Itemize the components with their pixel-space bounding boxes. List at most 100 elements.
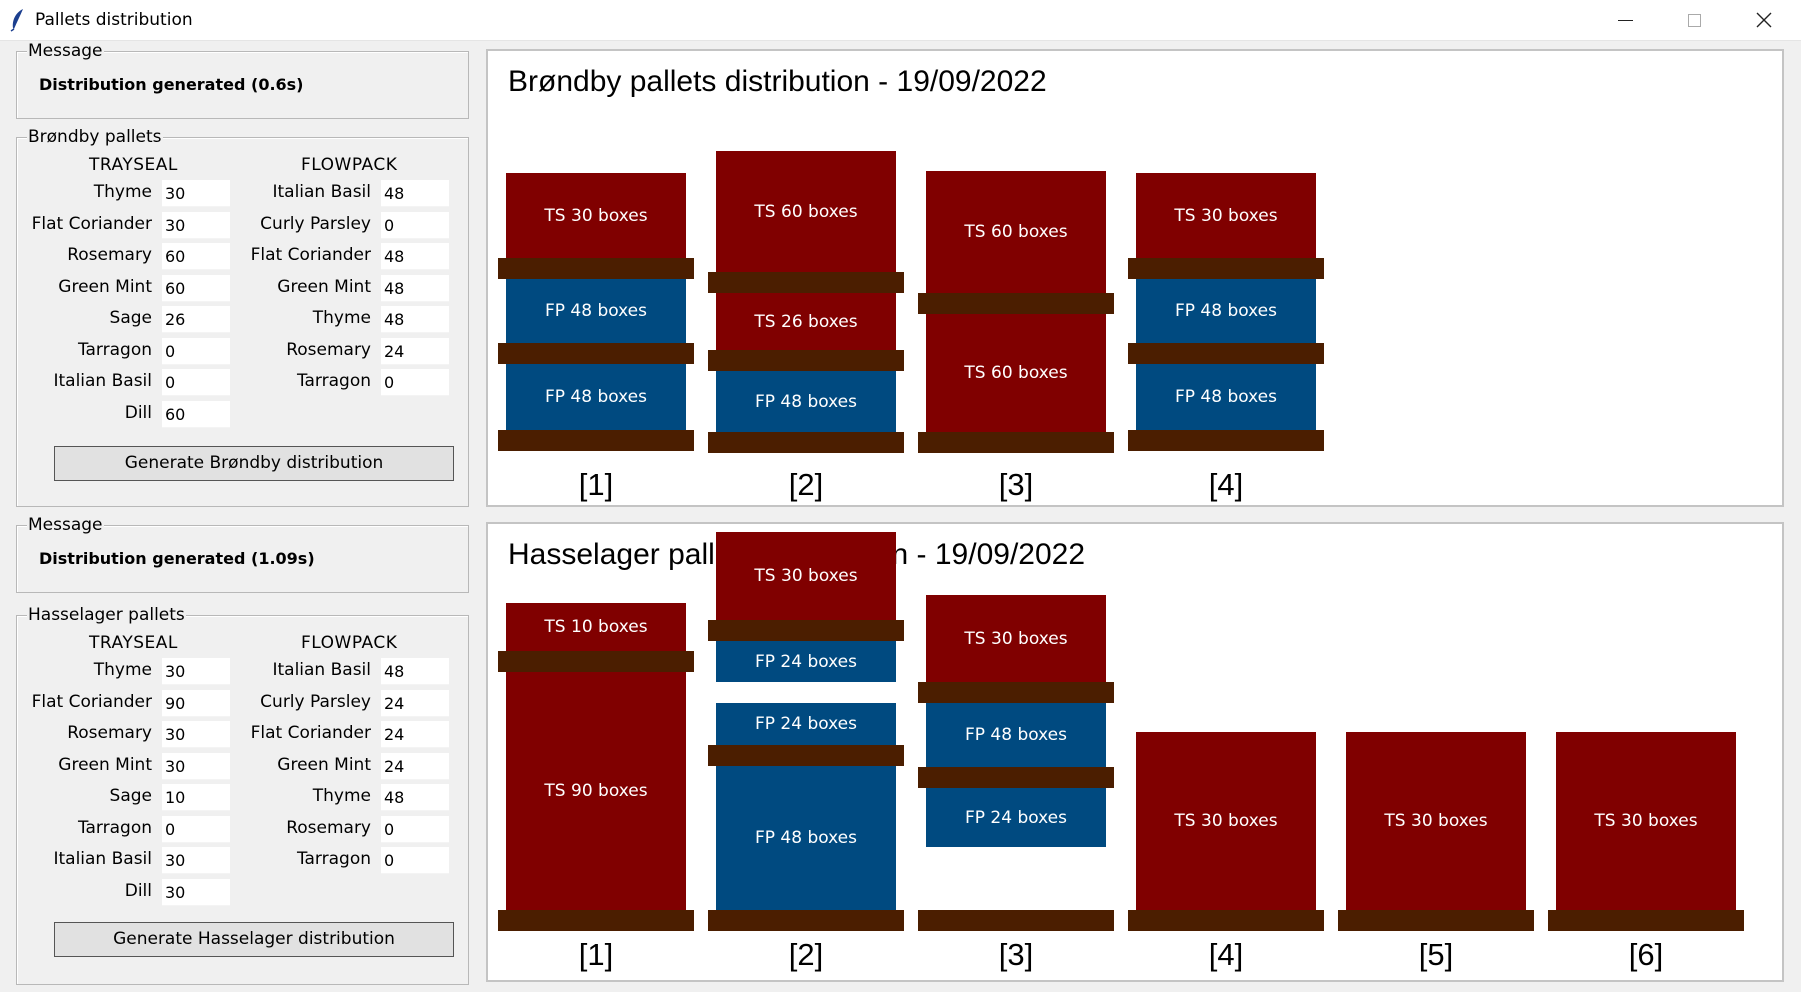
- field-label: Curly Parsley: [260, 691, 371, 712]
- maximize-button[interactable]: [1661, 0, 1727, 40]
- quantity-input[interactable]: 30: [162, 847, 230, 874]
- trayseal-box: TS 30 boxes: [506, 173, 686, 258]
- quantity-input[interactable]: 0: [381, 369, 449, 396]
- flowpack-box: FP 48 boxes: [506, 364, 686, 430]
- quantity-input[interactable]: 90: [162, 689, 230, 717]
- quantity-input[interactable]: 0: [162, 337, 230, 365]
- quantity-input[interactable]: 48: [381, 306, 449, 333]
- window-title: Pallets distribution: [35, 10, 193, 30]
- pallet-board: [708, 910, 904, 931]
- quantity-input[interactable]: 24: [381, 337, 449, 365]
- pallet-board: [498, 430, 694, 451]
- field-label: Green Mint: [277, 276, 371, 297]
- group-title: Brøndby pallets: [27, 127, 163, 147]
- quantity-input[interactable]: 60: [162, 274, 230, 302]
- pallet-label: [5]: [1418, 937, 1454, 972]
- pallet-board: [918, 432, 1114, 453]
- pallet-board: [1548, 910, 1744, 931]
- group-title: Message: [27, 41, 104, 61]
- brondby-message-group: Message Distribution generated (0.6s): [16, 41, 469, 119]
- quantity-input[interactable]: 24: [381, 752, 449, 780]
- trayseal-header: TRAYSEAL: [89, 633, 178, 653]
- pallet-label: [4]: [1208, 467, 1244, 502]
- flowpack-box: FP 48 boxes: [1136, 364, 1316, 430]
- maximize-icon: [1687, 13, 1701, 27]
- quantity-input[interactable]: 48: [381, 274, 449, 302]
- status-message: Distribution generated (0.6s): [39, 75, 304, 94]
- minimize-button[interactable]: [1592, 0, 1658, 40]
- field-label: Dill: [124, 402, 152, 423]
- quantity-input[interactable]: 0: [162, 815, 230, 843]
- hasselager-message-group: Message Distribution generated (1.09s): [16, 515, 469, 593]
- quantity-input[interactable]: 30: [162, 721, 230, 748]
- quantity-input[interactable]: 0: [162, 369, 230, 396]
- pallet-board: [708, 620, 904, 641]
- flowpack-header: FLOWPACK: [301, 633, 398, 653]
- generate-brondby-button[interactable]: Generate Brøndby distribution: [54, 446, 454, 481]
- field-label: Green Mint: [58, 276, 152, 297]
- quantity-input[interactable]: 48: [381, 784, 449, 811]
- generate-hasselager-button[interactable]: Generate Hasselager distribution: [54, 922, 454, 957]
- pallet-board: [498, 343, 694, 364]
- pallet-label: [1]: [578, 467, 614, 502]
- status-message: Distribution generated (1.09s): [39, 549, 315, 568]
- pallet-board: [918, 767, 1114, 788]
- quantity-input[interactable]: 0: [381, 815, 449, 843]
- pallet-board: [1128, 910, 1324, 931]
- pallet-board: [498, 910, 694, 931]
- pallet-label: [1]: [578, 937, 614, 972]
- trayseal-box: TS 10 boxes: [506, 603, 686, 651]
- field-label: Rosemary: [67, 245, 152, 265]
- title-bar: Pallets distribution: [0, 0, 1801, 41]
- pallet-board: [708, 350, 904, 371]
- field-label: Tarragon: [77, 339, 152, 360]
- field-label: Thyme: [93, 182, 152, 202]
- trayseal-box: TS 30 boxes: [1136, 732, 1316, 910]
- field-label: Italian Basil: [272, 660, 371, 680]
- quantity-input[interactable]: 30: [162, 211, 230, 239]
- quantity-input[interactable]: 48: [381, 243, 449, 270]
- field-label: Italian Basil: [272, 182, 371, 202]
- quantity-input[interactable]: 48: [381, 658, 449, 685]
- trayseal-box: TS 90 boxes: [506, 672, 686, 910]
- pallet-label: [3]: [998, 937, 1034, 972]
- group-title: Hasselager pallets: [27, 605, 186, 625]
- pallet-label: [2]: [788, 467, 824, 502]
- flowpack-box: FP 48 boxes: [506, 279, 686, 343]
- pallet-board: [918, 682, 1114, 703]
- field-label: Green Mint: [277, 754, 371, 775]
- quantity-input[interactable]: 0: [381, 847, 449, 874]
- field-label: Thyme: [312, 786, 371, 806]
- quantity-input[interactable]: 30: [162, 180, 230, 207]
- pallet-label: [6]: [1628, 937, 1664, 972]
- quantity-input[interactable]: 30: [162, 658, 230, 685]
- field-label: Thyme: [312, 308, 371, 328]
- trayseal-box: TS 60 boxes: [716, 151, 896, 272]
- field-label: Tarragon: [296, 371, 371, 391]
- trayseal-box: TS 60 boxes: [926, 314, 1106, 432]
- flowpack-box: FP 48 boxes: [716, 371, 896, 432]
- pallet-board: [708, 745, 904, 766]
- pallet-board: [708, 432, 904, 453]
- quantity-input[interactable]: 60: [162, 243, 230, 270]
- field-label: Italian Basil: [53, 371, 152, 391]
- trayseal-box: TS 60 boxes: [926, 171, 1106, 293]
- field-label: Flat Coriander: [250, 245, 371, 265]
- pallet-board: [1128, 430, 1324, 451]
- quantity-input[interactable]: 30: [162, 878, 230, 906]
- quantity-input[interactable]: 48: [381, 180, 449, 207]
- quantity-input[interactable]: 26: [162, 306, 230, 333]
- close-button[interactable]: [1731, 0, 1797, 40]
- field-label: Flat Coriander: [31, 213, 152, 234]
- minimize-icon: [1617, 19, 1633, 21]
- quantity-input[interactable]: 0: [381, 211, 449, 239]
- pallet-board: [918, 293, 1114, 314]
- quantity-input[interactable]: 30: [162, 752, 230, 780]
- quantity-input[interactable]: 24: [381, 721, 449, 748]
- flowpack-box: FP 24 boxes: [716, 703, 896, 745]
- pallet-board: [918, 910, 1114, 931]
- quantity-input[interactable]: 24: [381, 689, 449, 717]
- quantity-input[interactable]: 60: [162, 400, 230, 428]
- quantity-input[interactable]: 10: [162, 784, 230, 811]
- field-label: Italian Basil: [53, 849, 152, 869]
